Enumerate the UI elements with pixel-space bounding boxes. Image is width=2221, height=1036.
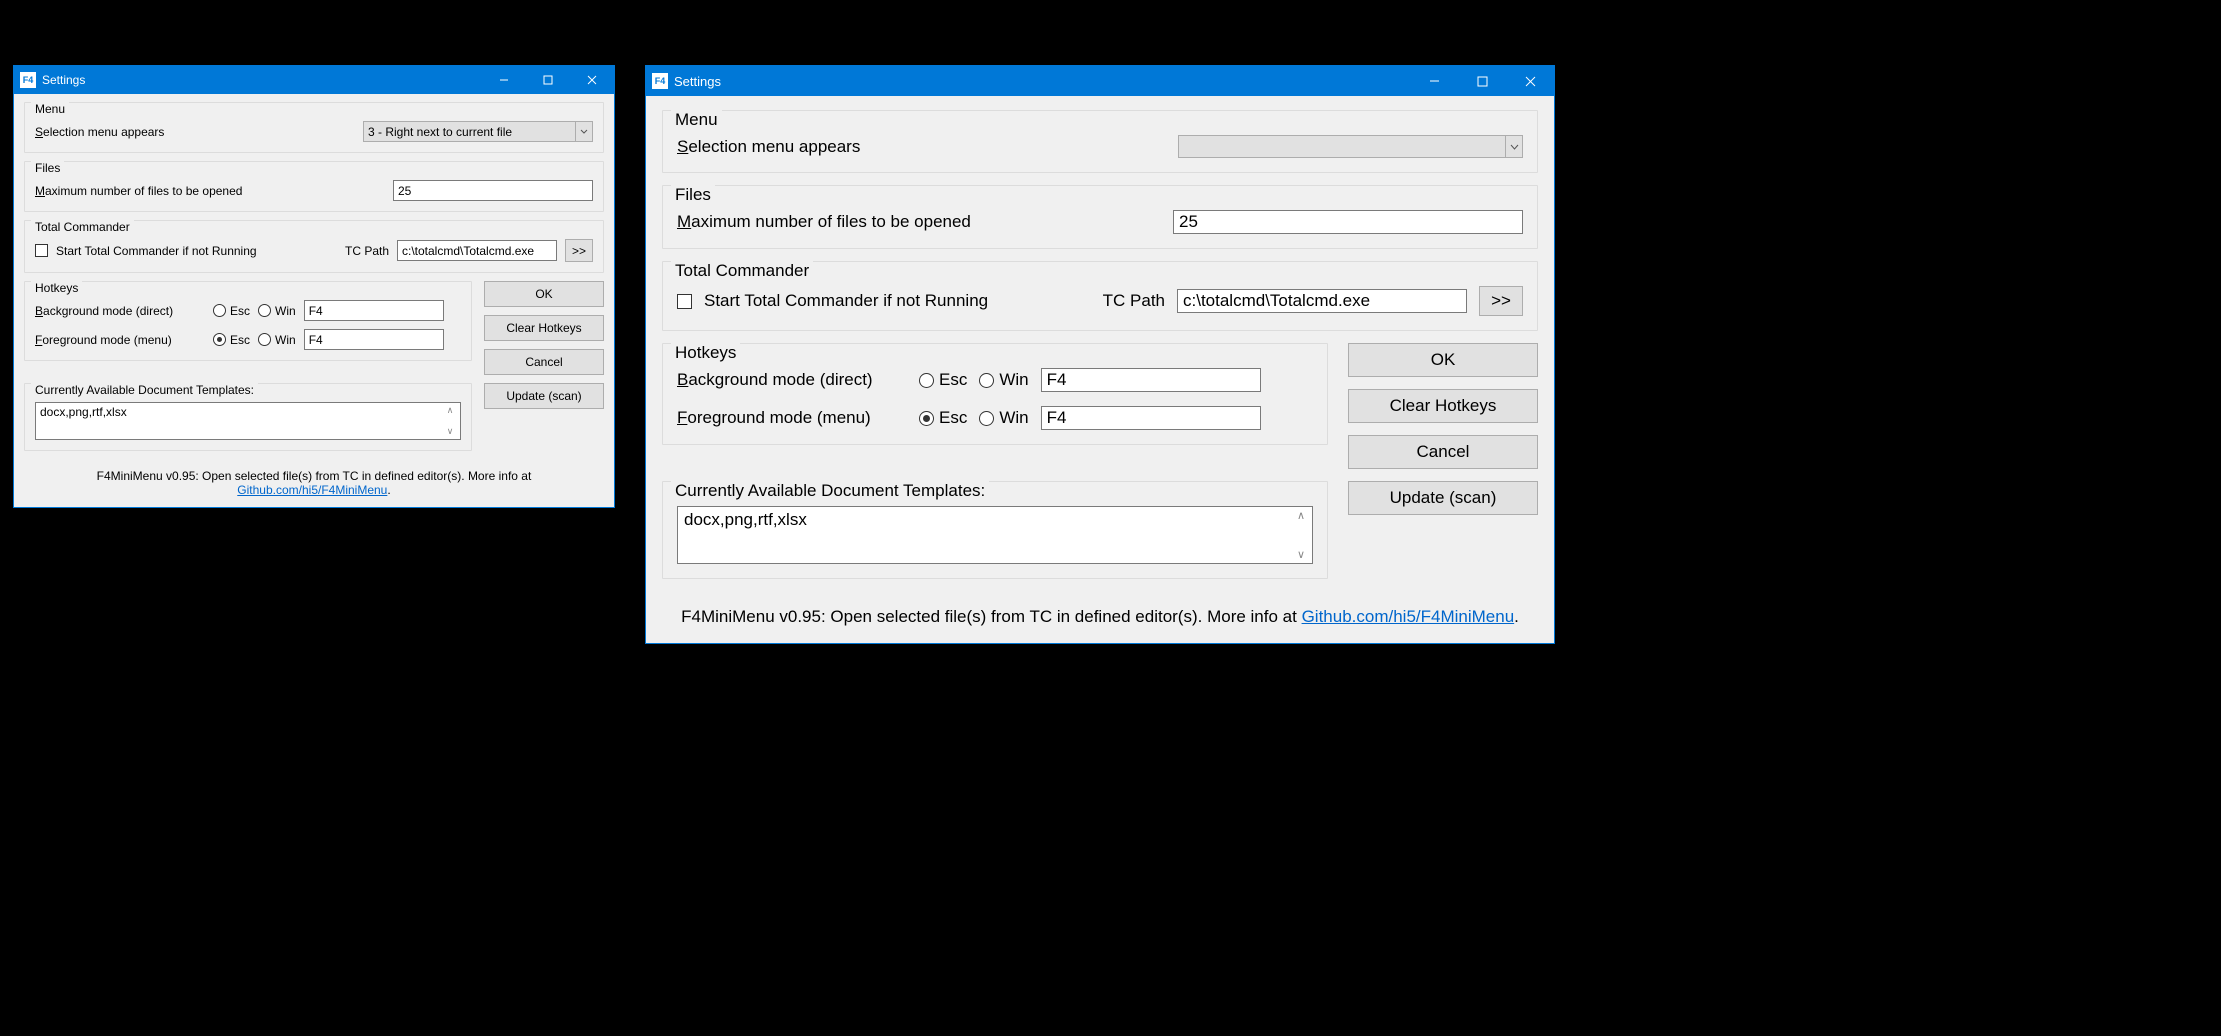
settings-window-large: F4 Settings Menu Selection menu appears …	[645, 65, 1555, 644]
scroll-down-icon: ∨	[447, 426, 454, 437]
bg-hotkey-input[interactable]: F4	[304, 300, 444, 321]
selection-menu-combo[interactable]: 3 - Right next to current file	[363, 121, 593, 142]
fg-esc-radio[interactable]: Esc	[919, 408, 967, 428]
window-title: Settings	[42, 73, 85, 87]
fg-hotkey-input[interactable]: F4	[304, 329, 444, 350]
minimize-button[interactable]	[482, 66, 526, 94]
bg-mode-label: Background mode (direct)	[677, 370, 907, 390]
scroll-up-icon: ∧	[447, 405, 454, 416]
action-buttons: OK Clear Hotkeys Cancel	[1348, 343, 1538, 469]
menu-group: Menu Selection menu appears 3 - Right ne…	[24, 102, 604, 153]
window-title: Settings	[674, 74, 721, 89]
settings-window-small: F4 Settings Menu Selection menu appears …	[13, 65, 615, 508]
ok-button[interactable]: OK	[1348, 343, 1538, 377]
bg-mode-label: Background mode (direct)	[35, 304, 205, 318]
selection-menu-label: Selection menu appears	[35, 125, 164, 139]
fg-hotkey-input[interactable]: F4	[1041, 406, 1261, 430]
tc-path-label: TC Path	[1103, 291, 1165, 311]
fg-esc-radio[interactable]: Esc	[213, 333, 250, 347]
close-button[interactable]	[1506, 66, 1554, 96]
maximize-button[interactable]	[526, 66, 570, 94]
close-button[interactable]	[570, 66, 614, 94]
chevron-down-icon	[575, 122, 592, 141]
start-tc-label: Start Total Commander if not Running	[704, 291, 988, 311]
maximize-button[interactable]	[1458, 66, 1506, 96]
selection-menu-value: 3 - Right next to current file	[368, 125, 512, 139]
titlebar[interactable]: F4 Settings	[646, 66, 1554, 96]
update-scan-button[interactable]: Update (scan)	[484, 383, 604, 409]
selection-menu-combo[interactable]	[1178, 135, 1523, 158]
templates-legend: Currently Available Document Templates:	[31, 383, 258, 397]
start-tc-checkbox[interactable]	[677, 294, 692, 309]
bg-win-radio[interactable]: Win	[979, 370, 1028, 390]
cancel-button[interactable]: Cancel	[1348, 435, 1538, 469]
app-icon: F4	[652, 73, 668, 89]
templates-group: Currently Available Document Templates: …	[24, 383, 472, 451]
fg-win-radio[interactable]: Win	[258, 333, 296, 347]
fg-mode-label: Foreground mode (menu)	[35, 333, 205, 347]
files-group: Files Maximum number of files to be open…	[662, 185, 1538, 249]
files-group: Files Maximum number of files to be open…	[24, 161, 604, 212]
clear-hotkeys-button[interactable]: Clear Hotkeys	[484, 315, 604, 341]
app-icon: F4	[20, 72, 36, 88]
templates-textarea[interactable]: docx,png,rtf,xlsx ∧∨	[677, 506, 1313, 564]
tc-path-browse-button[interactable]: >>	[565, 239, 593, 262]
footer-text: F4MiniMenu v0.95: Open selected file(s) …	[24, 469, 604, 497]
tc-path-input[interactable]: c:\totalcmd\Totalcmd.exe	[1177, 289, 1467, 313]
github-link[interactable]: Github.com/hi5/F4MiniMenu	[1302, 607, 1515, 626]
bg-esc-radio[interactable]: Esc	[919, 370, 967, 390]
bg-hotkey-input[interactable]: F4	[1041, 368, 1261, 392]
clear-hotkeys-button[interactable]: Clear Hotkeys	[1348, 389, 1538, 423]
tc-legend: Total Commander	[31, 220, 134, 234]
hotkeys-group: Hotkeys Background mode (direct) Esc Win…	[24, 281, 472, 361]
max-files-label: Maximum number of files to be opened	[677, 212, 971, 232]
start-tc-checkbox[interactable]	[35, 244, 48, 257]
chevron-down-icon	[1505, 136, 1522, 157]
start-tc-label: Start Total Commander if not Running	[56, 244, 257, 258]
tc-path-input[interactable]: c:\totalcmd\Totalcmd.exe	[397, 240, 557, 261]
tc-path-label: TC Path	[345, 244, 389, 258]
fg-mode-label: Foreground mode (menu)	[677, 408, 907, 428]
menu-legend: Menu	[671, 110, 722, 130]
tc-legend: Total Commander	[671, 261, 813, 281]
max-files-input[interactable]: 25	[1173, 210, 1523, 234]
templates-legend: Currently Available Document Templates:	[671, 481, 989, 501]
max-files-label: Maximum number of files to be opened	[35, 184, 242, 198]
ok-button[interactable]: OK	[484, 281, 604, 307]
max-files-input[interactable]: 25	[393, 180, 593, 201]
bg-esc-radio[interactable]: Esc	[213, 304, 250, 318]
scroll-down-icon: ∨	[1297, 548, 1305, 561]
scrollbar[interactable]: ∧∨	[442, 405, 458, 437]
templates-textarea[interactable]: docx,png,rtf,xlsx ∧∨	[35, 402, 461, 440]
update-scan-button[interactable]: Update (scan)	[1348, 481, 1538, 515]
fg-win-radio[interactable]: Win	[979, 408, 1028, 428]
action-buttons: OK Clear Hotkeys Cancel	[484, 281, 604, 375]
scroll-up-icon: ∧	[1297, 509, 1305, 522]
hotkeys-legend: Hotkeys	[671, 343, 740, 363]
tc-path-browse-button[interactable]: >>	[1479, 286, 1523, 316]
tc-group: Total Commander Start Total Commander if…	[24, 220, 604, 273]
hotkeys-legend: Hotkeys	[31, 281, 82, 295]
minimize-button[interactable]	[1410, 66, 1458, 96]
menu-legend: Menu	[31, 102, 69, 116]
selection-menu-label: Selection menu appears	[677, 137, 860, 157]
files-legend: Files	[671, 185, 715, 205]
cancel-button[interactable]: Cancel	[484, 349, 604, 375]
menu-group: Menu Selection menu appears	[662, 110, 1538, 173]
tc-group: Total Commander Start Total Commander if…	[662, 261, 1538, 331]
github-link[interactable]: Github.com/hi5/F4MiniMenu	[237, 483, 387, 497]
titlebar[interactable]: F4 Settings	[14, 66, 614, 94]
scrollbar[interactable]: ∧∨	[1292, 509, 1310, 561]
bg-win-radio[interactable]: Win	[258, 304, 296, 318]
hotkeys-group: Hotkeys Background mode (direct) Esc Win…	[662, 343, 1328, 445]
footer-text: F4MiniMenu v0.95: Open selected file(s) …	[662, 607, 1538, 627]
templates-group: Currently Available Document Templates: …	[662, 481, 1328, 579]
files-legend: Files	[31, 161, 64, 175]
